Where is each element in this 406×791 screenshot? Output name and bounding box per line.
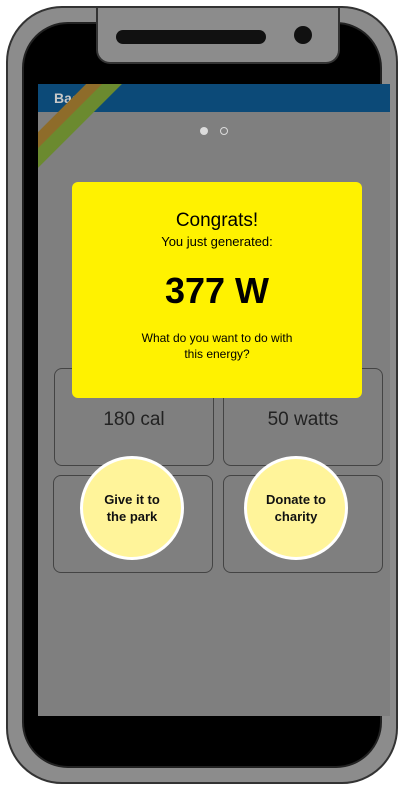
front-camera xyxy=(294,26,312,44)
give-to-park-button[interactable]: Give it to the park xyxy=(80,456,184,560)
earpiece-housing xyxy=(96,8,340,64)
congrats-modal: Congrats! You just generated: 377 W What… xyxy=(72,182,362,398)
top-nav-bar: Back xyxy=(38,84,390,112)
modal-heading: Congrats! xyxy=(175,210,259,231)
speaker-grille xyxy=(116,30,266,44)
app-screen: Back 180 cal energy 50 watts Congrats! Y… xyxy=(38,84,390,716)
page-indicator xyxy=(38,122,390,140)
modal-subtitle: You just generated: xyxy=(161,234,273,249)
modal-question: What do you want to do with this energy? xyxy=(141,331,293,361)
page-dot-active[interactable] xyxy=(199,127,208,135)
stat-card-value: 50 watts xyxy=(267,409,339,430)
donate-to-charity-button[interactable]: Donate to charity xyxy=(244,456,348,560)
page-dot-inactive[interactable] xyxy=(220,127,229,135)
back-button[interactable]: Back xyxy=(54,90,87,106)
energy-amount: 377 W xyxy=(164,270,270,311)
stat-card-value: 180 cal xyxy=(103,409,165,430)
